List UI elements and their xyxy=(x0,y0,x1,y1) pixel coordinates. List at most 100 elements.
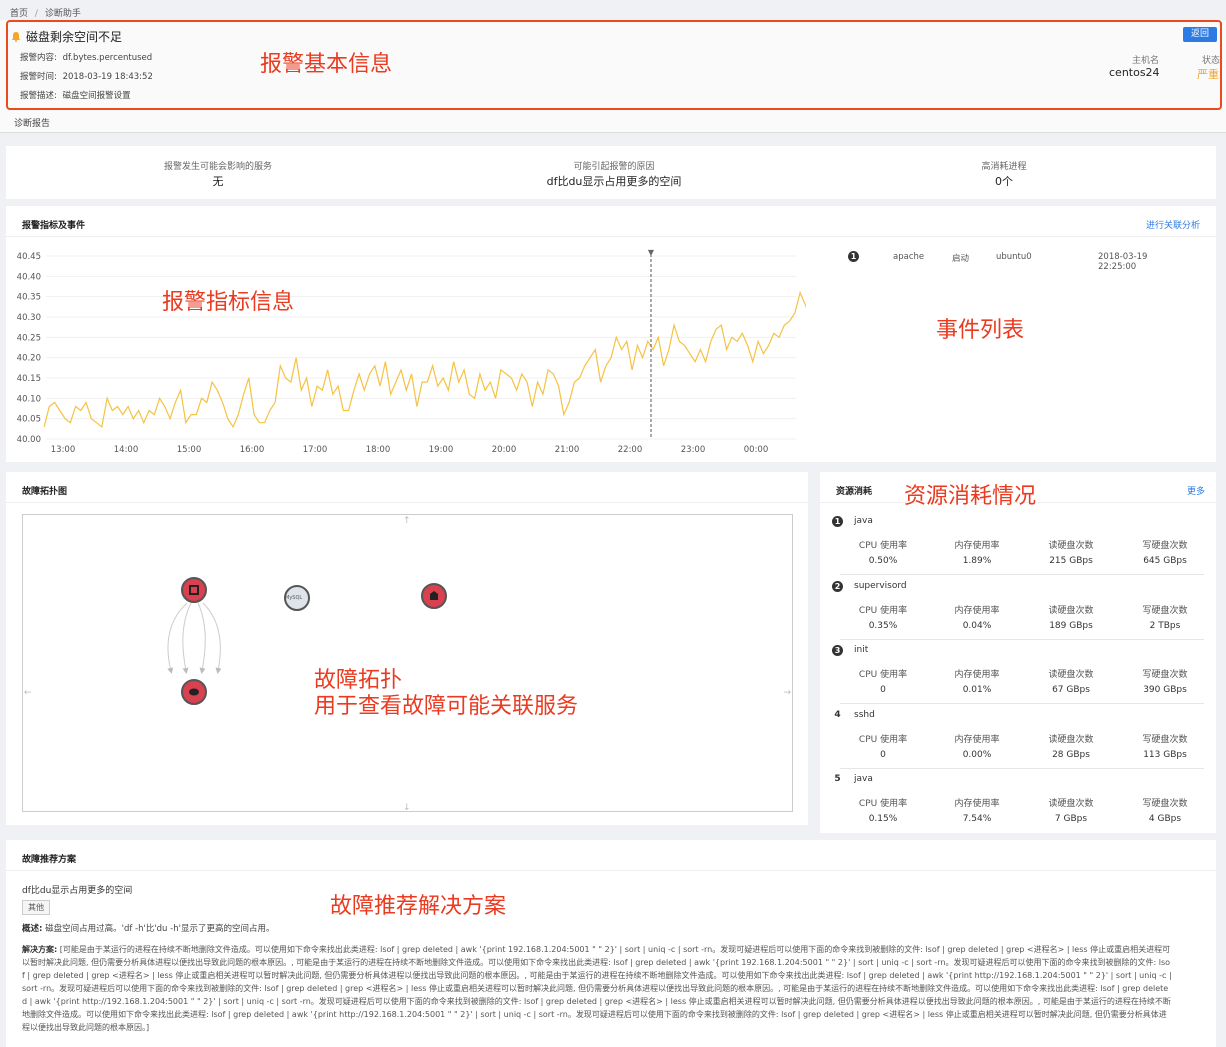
resource-row[interactable]: 3 init CPU 使用率 0 内存使用率 0.01% 读硬盘次数 67 GBps 写硬盘次数… xyxy=(832,645,1204,705)
resource-metric-label: 内存使用率 xyxy=(954,734,1000,745)
event-index: 1 xyxy=(848,251,859,262)
resource-metric-value: 113 GBps xyxy=(1143,749,1187,760)
solution-plan-label: 解决方案: xyxy=(22,945,58,954)
resource-metric-value: 1.89% xyxy=(962,556,992,566)
resource-metric-write: 写硬盘次数 2 TBps xyxy=(1120,603,1210,631)
breadcrumb-home[interactable]: 首页 xyxy=(10,9,28,19)
x-tick-label: 16:00 xyxy=(240,445,265,455)
summary-cause-value: df比du显示占用更多的空间 xyxy=(546,175,682,188)
y-tick-label: 40.10 xyxy=(17,394,41,404)
resource-row-header: 2 supervisord xyxy=(832,580,907,592)
topology-title-divider xyxy=(6,502,808,503)
resource-metric-label: 读硬盘次数 xyxy=(1048,605,1094,616)
resource-metric-mem: 内存使用率 0.01% xyxy=(932,667,1022,695)
event-marker-icon[interactable]: ▼ xyxy=(648,248,655,257)
y-tick-label: 40.45 xyxy=(17,252,41,262)
resource-metric-mem: 内存使用率 0.04% xyxy=(932,603,1022,631)
resource-rank: 4 xyxy=(834,709,841,720)
resource-metric-label: 读硬盘次数 xyxy=(1048,670,1094,680)
metrics-title: 报警指标及事件 xyxy=(22,221,86,231)
resource-metric-value: 0.04% xyxy=(962,620,992,631)
solution-panel: 故障推荐方案 df比du显示占用更多的空间 其他 概述: 磁盘空间占用过高。'd… xyxy=(6,840,1216,1047)
service-node-2[interactable] xyxy=(421,583,447,609)
resource-metric-value: 28 GBps xyxy=(1052,749,1090,760)
resource-title: 资源消耗 xyxy=(836,487,873,497)
resource-metric-cpu: CPU 使用率 0 xyxy=(838,732,928,760)
resource-metric-mem: 内存使用率 7.54% xyxy=(932,796,1022,824)
resource-metric-value: 4 GBps xyxy=(1148,814,1182,824)
x-tick-label: 23:00 xyxy=(681,445,706,455)
resource-metric-label: 读硬盘次数 xyxy=(1048,799,1094,809)
process-name: init xyxy=(854,645,869,655)
x-tick-label: 14:00 xyxy=(114,445,139,455)
resource-rank: 1 xyxy=(832,516,843,527)
annotation-basic: 报警基本信息 xyxy=(260,52,393,77)
resource-row[interactable]: 1 java CPU 使用率 0.50% 内存使用率 1.89% 读硬盘次数 215 GBps… xyxy=(832,516,1204,576)
mysql-node[interactable]: MySQL xyxy=(284,585,310,611)
resource-metric-mem: 内存使用率 1.89% xyxy=(932,538,1022,566)
resource-metric-value: 0 xyxy=(880,685,886,695)
annotation-basic-frame xyxy=(6,20,1222,110)
summary-process-label: 高消耗进程 xyxy=(981,162,1027,172)
resource-metric-value: 189 GBps xyxy=(1049,620,1093,631)
process-name: supervisord xyxy=(854,580,907,591)
resource-metric-label: CPU 使用率 xyxy=(858,541,908,551)
topology-title: 故障拓扑图 xyxy=(22,487,68,497)
resource-metric-value: 0.15% xyxy=(868,814,898,824)
resource-metric-label: 写硬盘次数 xyxy=(1142,670,1188,680)
x-tick-label: 18:00 xyxy=(366,445,391,455)
annotation-topo-line2: 用于查看故障可能关联服务 xyxy=(314,694,579,719)
summary-services-label: 报警发生可能会影响的服务 xyxy=(163,162,272,172)
resource-metric-value: 215 GBps xyxy=(1049,556,1093,566)
summary-panel: 报警发生可能会影响的服务 无 可能引起报警的原因 df比du显示占用更多的空间 … xyxy=(6,146,1216,199)
tab-diagnosis-report[interactable]: 诊断报告 xyxy=(14,116,50,129)
resource-metric-label: CPU 使用率 xyxy=(858,734,908,745)
correlation-analysis-link[interactable]: 进行关联分析 xyxy=(1146,218,1200,231)
resource-metric-write: 写硬盘次数 113 GBps xyxy=(1120,732,1210,760)
resource-metric-label: 读硬盘次数 xyxy=(1048,734,1094,745)
metric-series-line xyxy=(43,290,806,429)
y-tick-label: 40.35 xyxy=(17,293,41,303)
solution-tag: 其他 xyxy=(22,900,50,915)
resource-metric-value: 67 GBps xyxy=(1052,685,1090,695)
resource-rank: 3 xyxy=(832,645,843,656)
topology-canvas[interactable]: ↑ ↓ ← → MySQL xyxy=(22,514,793,813)
resource-metric-write: 写硬盘次数 645 GBps xyxy=(1120,538,1210,566)
service-node-3[interactable] xyxy=(181,679,207,705)
service-node-1[interactable] xyxy=(181,577,207,603)
x-tick-label: 21:00 xyxy=(555,445,580,455)
resource-metric-cpu: CPU 使用率 0.50% xyxy=(838,538,928,566)
resource-row-divider xyxy=(840,638,1204,640)
resource-metric-label: 写硬盘次数 xyxy=(1142,734,1188,745)
mysql-label: MySQL xyxy=(285,595,303,601)
summary-cause-label: 可能引起报警的原因 xyxy=(573,162,655,172)
resource-panel: 资源消耗 更多 1 java CPU 使用率 0.50% 内存使用率 1.89% 读硬盘次数… xyxy=(820,472,1216,833)
y-tick-label: 40.30 xyxy=(17,313,41,323)
summary-services-value: 无 xyxy=(212,175,224,188)
annotation-resource: 资源消耗情况 xyxy=(904,484,1037,509)
y-tick-label: 40.25 xyxy=(17,333,41,343)
y-tick-label: 40.00 xyxy=(17,435,41,445)
resource-row-divider xyxy=(840,703,1204,704)
process-name: sshd xyxy=(854,709,875,720)
x-tick-label: 22:00 xyxy=(618,445,643,455)
resource-more-link[interactable]: 更多 xyxy=(1187,484,1205,497)
resource-row[interactable]: 5 java CPU 使用率 0.15% 内存使用率 7.54% 读硬盘次数 7 GBps 写硬… xyxy=(832,774,1204,834)
resource-row[interactable]: 2 supervisord CPU 使用率 0.35% 内存使用率 0.04% 读硬盘次数 1… xyxy=(832,580,1204,641)
resource-metric-value: 0.00% xyxy=(962,749,992,760)
annotation-solution: 故障推荐解决方案 xyxy=(330,894,507,919)
breadcrumb: 首页 / 诊断助手 xyxy=(10,6,81,19)
breadcrumb-separator: / xyxy=(34,9,38,19)
event-service: apache xyxy=(893,252,925,262)
resource-metric-label: 内存使用率 xyxy=(954,541,1000,551)
resource-metric-label: 内存使用率 xyxy=(954,799,1000,809)
solution-plan-value: [可能是由于某运行的进程在持续不断地删除文件造成。可以使用如下命令来找出此类进程… xyxy=(22,945,1172,1032)
resource-metric-label: 写硬盘次数 xyxy=(1142,605,1188,616)
event-action: 启动 xyxy=(952,254,970,264)
resource-metric-read: 读硬盘次数 189 GBps xyxy=(1026,603,1116,631)
solution-overview-label: 概述: xyxy=(22,924,43,934)
process-name: java xyxy=(854,516,873,526)
x-tick-label: 17:00 xyxy=(303,445,328,455)
resource-row-header: 3 init xyxy=(832,645,868,656)
resource-row[interactable]: 4 sshd CPU 使用率 0 内存使用率 0.00% 读硬盘次数 28 GBps 写硬盘次数… xyxy=(832,710,1204,770)
